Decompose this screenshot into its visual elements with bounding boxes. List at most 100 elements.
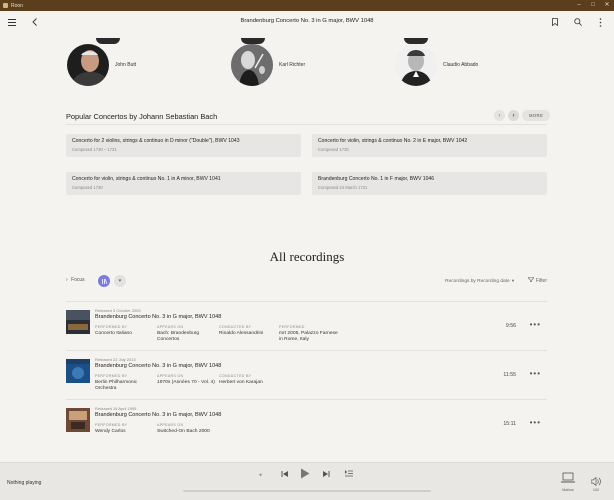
meta-label: PERFORMED BY xyxy=(95,374,128,378)
library-filter-chip[interactable] xyxy=(98,275,110,287)
meta-value[interactable]: Wendy Carlos xyxy=(95,429,153,435)
meta-value[interactable]: Herbert von Karajan xyxy=(219,380,277,386)
appears-on: APPEARS ON Switched-On Bach 2000 xyxy=(157,423,215,435)
recording-title[interactable]: Brandenburg Concerto No. 3 in G major, B… xyxy=(95,412,221,418)
shuffle-icon[interactable]: ✦ xyxy=(258,472,263,479)
more-horizontal-icon[interactable]: ••• xyxy=(530,320,541,329)
all-recordings-heading: All recordings xyxy=(269,249,345,264)
divider xyxy=(66,124,547,125)
meta-label: APPEARS ON xyxy=(157,423,184,427)
sort-label: Recordings by Recording date xyxy=(445,279,510,284)
release-date: Released 22 July 2013 xyxy=(95,357,136,362)
artist-card[interactable]: John Butt xyxy=(67,44,136,86)
performed-by: PERFORMED BY Berlin Philharmonic Orchest… xyxy=(95,374,153,393)
meta-label: CONDUCTED BY xyxy=(219,374,252,378)
filter-label: Filter xyxy=(535,278,547,284)
close-icon[interactable]: ✕ xyxy=(600,0,614,11)
recording-title[interactable]: Brandenburg Concerto No. 3 in G major, B… xyxy=(95,314,221,320)
sort-select[interactable]: Recordings by Recording date ▼ xyxy=(445,278,515,284)
meta-value[interactable]: Bach: Brandenburg Concertos xyxy=(157,331,215,344)
next-icon[interactable] xyxy=(322,470,330,480)
artist-name: Karl Richter xyxy=(279,62,306,68)
now-playing-text: Nothing playing xyxy=(7,480,42,486)
popular-section-title: Popular Concertos by Johann Sebastian Ba… xyxy=(66,112,218,121)
meta-value[interactable]: 1970s (Années 70 - Vol. 4) xyxy=(157,380,215,386)
meta-value: mrt 2005, Palazzo Farnese in Rome, Italy xyxy=(279,331,338,343)
caret-down-icon: ▼ xyxy=(511,278,515,283)
concerto-composed: Composed 1730 – 1731 xyxy=(72,147,117,152)
minimize-icon[interactable]: – xyxy=(572,0,586,11)
avatar xyxy=(231,44,273,86)
performed-details: PERFORMED mrt 2005, Palazzo Farnese in R… xyxy=(279,325,341,344)
window-title: Roon xyxy=(11,2,23,9)
concerto-title: Brandenburg Concerto No. 1 in F major, B… xyxy=(318,176,435,182)
conducted-by: CONDUCTED BY Rinaldo Alessandrini xyxy=(219,325,277,337)
duration: 9:56 xyxy=(505,323,516,329)
performed-by: PERFORMED BY Concerto Italiano xyxy=(95,325,153,337)
player-bar: Nothing playing ✦ Mallow 100 xyxy=(0,462,614,500)
meta-value[interactable]: Switched-On Bach 2000 xyxy=(157,429,215,435)
meta-label: CONDUCTED BY xyxy=(219,325,252,329)
filter-icon xyxy=(527,277,536,283)
progress-bar[interactable] xyxy=(183,490,431,492)
window-titlebar: Roon – □ ✕ xyxy=(0,0,614,11)
heart-icon[interactable]: ♥ xyxy=(114,275,126,287)
duration: 15:11 xyxy=(503,421,516,427)
release-date: Released 16 April 1995 xyxy=(95,406,137,411)
appears-on: APPEARS ON Bach: Brandenburg Concertos xyxy=(157,325,215,344)
laptop-icon[interactable] xyxy=(561,471,575,489)
focus-label: Focus xyxy=(71,277,85,283)
meta-label: APPEARS ON xyxy=(157,374,184,378)
meta-label: PERFORMED xyxy=(279,325,305,329)
recording-title[interactable]: Brandenburg Concerto No. 3 in G major, B… xyxy=(95,363,221,369)
more-vertical-icon[interactable] xyxy=(592,11,608,33)
meta-value[interactable]: Concerto Italiano xyxy=(95,331,153,337)
bookmark-icon[interactable] xyxy=(547,11,563,33)
recording-row[interactable]: Released 16 April 1995 Brandenburg Conce… xyxy=(66,399,547,445)
concerto-composed: Composed 24 March 1721 xyxy=(318,185,368,190)
concerto-title: Concerto for violin, strings & continuo … xyxy=(318,138,468,144)
performed-by: PERFORMED BY Wendy Carlos xyxy=(95,423,153,435)
album-cover xyxy=(66,408,90,432)
more-button[interactable]: MORE xyxy=(522,110,551,121)
artist-row: John Butt Karl Richter Claudio Abbado xyxy=(0,38,614,98)
recording-row[interactable]: Released 3 October 2005 Brandenburg Conc… xyxy=(66,301,547,347)
meta-value[interactable]: Rinaldo Alessandrini xyxy=(219,331,277,337)
zone-name[interactable]: Mallow xyxy=(554,488,582,492)
app-icon xyxy=(3,3,8,8)
artist-name: Claudio Abbado xyxy=(443,62,479,68)
chevron-left-icon[interactable]: ‹ xyxy=(494,110,505,121)
app-header: Brandenburg Concerto No. 3 in G major, B… xyxy=(0,11,614,33)
queue-icon[interactable] xyxy=(345,470,353,479)
meta-value[interactable]: Berlin Philharmonic Orchestra xyxy=(95,380,153,393)
recording-row[interactable]: Released 22 July 2013 Brandenburg Concer… xyxy=(66,350,547,396)
concerto-composed: Composed 1730 xyxy=(72,185,103,190)
more-horizontal-icon[interactable]: ••• xyxy=(530,369,541,378)
volume-level: 100 xyxy=(592,488,600,492)
concerto-card[interactable]: Concerto for 2 violins, strings & contin… xyxy=(66,134,301,157)
concerto-card[interactable]: Concerto for violin, strings & continuo … xyxy=(312,134,547,157)
more-horizontal-icon[interactable]: ••• xyxy=(530,418,541,427)
concerto-card[interactable]: Brandenburg Concerto No. 1 in F major, B… xyxy=(312,172,547,195)
conducted-by: CONDUCTED BY Herbert von Karajan xyxy=(219,374,277,386)
search-icon[interactable] xyxy=(570,11,586,33)
recordings-filter-bar: › Focus ♥ Recordings by Recording date ▼… xyxy=(66,275,547,287)
concerto-card[interactable]: Concerto for violin, strings & continuo … xyxy=(66,172,301,195)
maximize-icon[interactable]: □ xyxy=(586,0,600,11)
filter-button[interactable]: Filter xyxy=(527,277,547,284)
chevron-right-icon: › xyxy=(66,277,68,283)
artist-card[interactable]: Karl Richter xyxy=(231,44,305,86)
popular-pager: ‹ › MORE xyxy=(494,110,551,121)
duration: 11:55 xyxy=(503,372,516,378)
avatar xyxy=(67,44,109,86)
artist-card[interactable]: Claudio Abbado xyxy=(395,44,478,86)
artist-name: John Butt xyxy=(115,62,137,68)
meta-label: PERFORMED BY xyxy=(95,325,128,329)
chevron-right-icon[interactable]: › xyxy=(508,110,519,121)
play-icon[interactable] xyxy=(300,468,310,481)
previous-icon[interactable] xyxy=(281,470,289,480)
concerto-title: Concerto for violin, strings & continuo … xyxy=(72,176,221,182)
album-cover xyxy=(66,359,90,383)
page-title: Brandenburg Concerto No. 3 in G major, B… xyxy=(240,18,374,24)
focus-toggle[interactable]: › Focus xyxy=(66,277,85,283)
